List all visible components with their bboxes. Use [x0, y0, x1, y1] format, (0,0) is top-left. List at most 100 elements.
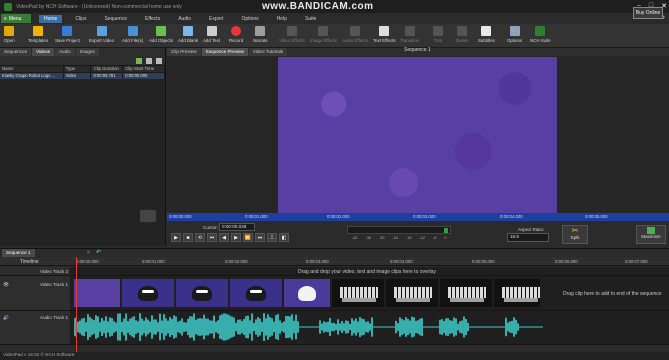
menu-options[interactable]: Options [236, 15, 263, 23]
options-button[interactable]: Options [507, 26, 522, 43]
video-thumbnail[interactable] [284, 279, 330, 307]
transition-button[interactable]: Transition [400, 26, 419, 43]
menu-clips[interactable]: Clips [70, 15, 91, 23]
col-name[interactable]: Name [0, 66, 64, 72]
transition-icon [404, 26, 415, 36]
new-bin-icon[interactable] [136, 58, 142, 64]
tab-videos[interactable]: Videos [32, 48, 54, 56]
list-view-icon[interactable] [156, 58, 162, 64]
fast-forward-button[interactable]: ⏩ [243, 233, 253, 242]
audio-effects-button[interactable]: Audio Effects [342, 26, 368, 43]
open-button[interactable]: Open [4, 26, 15, 43]
tab-clip-preview[interactable]: Clip Preview [167, 48, 201, 56]
maximize-icon [647, 227, 655, 234]
timeline-ruler[interactable]: 0:00:00.000 0:00:01.000 0:00:02.000 0:00… [0, 257, 669, 266]
camera-icon [140, 210, 156, 222]
add-text-button[interactable]: Add Text [203, 26, 220, 43]
folder-icon [4, 26, 15, 36]
menu-suite[interactable]: Suite [300, 15, 321, 23]
blank-icon [183, 26, 193, 36]
menu-sequence[interactable]: Sequence [99, 15, 132, 23]
tab-sequence-preview[interactable]: Sequence Preview [201, 48, 248, 56]
add-blank-button[interactable]: Add Blank [178, 26, 198, 43]
aspect-ratio-select[interactable]: 16:9 [507, 233, 549, 242]
split-frame-button[interactable]: ⎍ [267, 233, 277, 242]
col-duration[interactable]: Clip Duration [91, 66, 124, 72]
status-bar: VideoPad v 16.02 © NCH Software [0, 352, 669, 360]
tab-audio[interactable]: Audio [54, 48, 75, 56]
image-effects-button[interactable]: Image Effects [310, 26, 337, 43]
video-effects-button[interactable]: Video Effects [279, 26, 305, 43]
add-objects-button[interactable]: Add Objects [149, 26, 173, 43]
nch-suite-button[interactable]: NCH Suite [530, 26, 551, 43]
bandicam-watermark: www.BANDICAM.com [262, 1, 374, 12]
speaker-icon[interactable]: 🔊 [3, 315, 9, 321]
audio-effects-icon [349, 26, 360, 36]
cursor-time-field[interactable]: 0:00:00.036 [219, 223, 255, 231]
jump-end-button[interactable]: ⏭ [255, 233, 265, 242]
menu-help[interactable]: Help [272, 15, 292, 23]
video-thumbnail[interactable] [230, 279, 282, 307]
nch-suite-icon [535, 26, 546, 36]
video-thumbnail[interactable] [176, 279, 228, 307]
col-type[interactable]: Type [64, 66, 92, 72]
buy-online-button[interactable]: Buy Online [633, 7, 663, 19]
video-thumbnail[interactable] [386, 279, 438, 307]
menu-bar: ≡ Menu Home Clips Sequence Effects Audio… [0, 13, 669, 24]
text-effects-button[interactable]: Text Effects [373, 26, 396, 43]
next-frame-button[interactable]: ▶ [231, 233, 241, 242]
delete-button[interactable]: Delete [456, 26, 469, 43]
audio-level-meter [347, 226, 451, 234]
media-clip-row[interactable]: Klasky Csupo Robot Logo ... Video 0:00:0… [0, 73, 166, 79]
add-files-button[interactable]: Add File(s) [122, 26, 143, 43]
media-column-headers: Name Type Clip Duration Clip Start Time [0, 66, 166, 73]
play-button[interactable]: ▶ [171, 233, 181, 242]
jump-start-button[interactable]: ⏮ [207, 233, 217, 242]
preview-scrub-bar[interactable]: 0:00:00.000 0:00:01.000 0:00:02.000 0:00… [167, 213, 669, 221]
overlay-track-header[interactable]: Video Track 2 [0, 267, 70, 276]
menu-button[interactable]: ≡ Menu [1, 14, 31, 23]
playhead[interactable] [76, 257, 77, 360]
audio-track-header[interactable]: Audio Track 1 🔊 [0, 311, 70, 345]
record-button[interactable]: Record [229, 26, 243, 43]
loop-button[interactable]: ⟲ [195, 233, 205, 242]
menu-audio[interactable]: Audio [173, 15, 196, 23]
clip-duration: 0:00:05.781 [91, 73, 124, 79]
subtitles-button[interactable]: Subtitles [478, 26, 495, 43]
video-thumbnail[interactable] [74, 279, 120, 307]
view-icon[interactable] [146, 58, 152, 64]
video-track-eye-icon[interactable]: 👁 [3, 282, 9, 288]
export-video-button[interactable]: Export Video [89, 26, 114, 43]
tab-sequences[interactable]: Sequences [0, 48, 31, 56]
media-toolrow [0, 56, 165, 66]
menu-home[interactable]: Home [39, 14, 63, 23]
menu-effects[interactable]: Effects [140, 15, 165, 23]
undo-icon[interactable]: ↶ [96, 249, 101, 256]
prev-frame-button[interactable]: ◀ [219, 233, 229, 242]
tab-sequence-1[interactable]: Sequence 1 [2, 249, 35, 257]
microphone-icon [255, 26, 266, 36]
close-icon[interactable]: ✕ [86, 249, 91, 256]
narrate-button[interactable]: Narrate [253, 26, 268, 43]
save-project-button[interactable]: Save Project [55, 26, 80, 43]
save-icon [62, 26, 73, 36]
trim-button[interactable]: Trim [433, 26, 443, 43]
video-thumbnail[interactable] [494, 279, 540, 307]
split-button[interactable]: ✂ Split [562, 225, 588, 244]
video-thumbnail[interactable] [332, 279, 384, 307]
col-start[interactable]: Clip Start Time [123, 66, 166, 72]
audio-waveform[interactable] [74, 313, 544, 341]
maximize-button[interactable]: Maximize [636, 225, 666, 244]
video-thumbnail[interactable] [440, 279, 492, 307]
text-icon [206, 26, 217, 36]
snapshot-button[interactable]: ◧ [279, 233, 289, 242]
stop-button[interactable]: ■ [183, 233, 193, 242]
menu-export[interactable]: Export [204, 15, 228, 23]
video-preview-frame[interactable] [278, 57, 557, 214]
hamburger-icon: ≡ [4, 15, 7, 22]
tab-video-tutorials[interactable]: Video Tutorials [248, 48, 288, 56]
tab-images[interactable]: Images [75, 48, 99, 56]
video-thumbnail[interactable] [122, 279, 174, 307]
templates-button[interactable]: Templates [28, 26, 48, 43]
video-track-header[interactable]: Video Track 1 👁 [0, 276, 70, 311]
